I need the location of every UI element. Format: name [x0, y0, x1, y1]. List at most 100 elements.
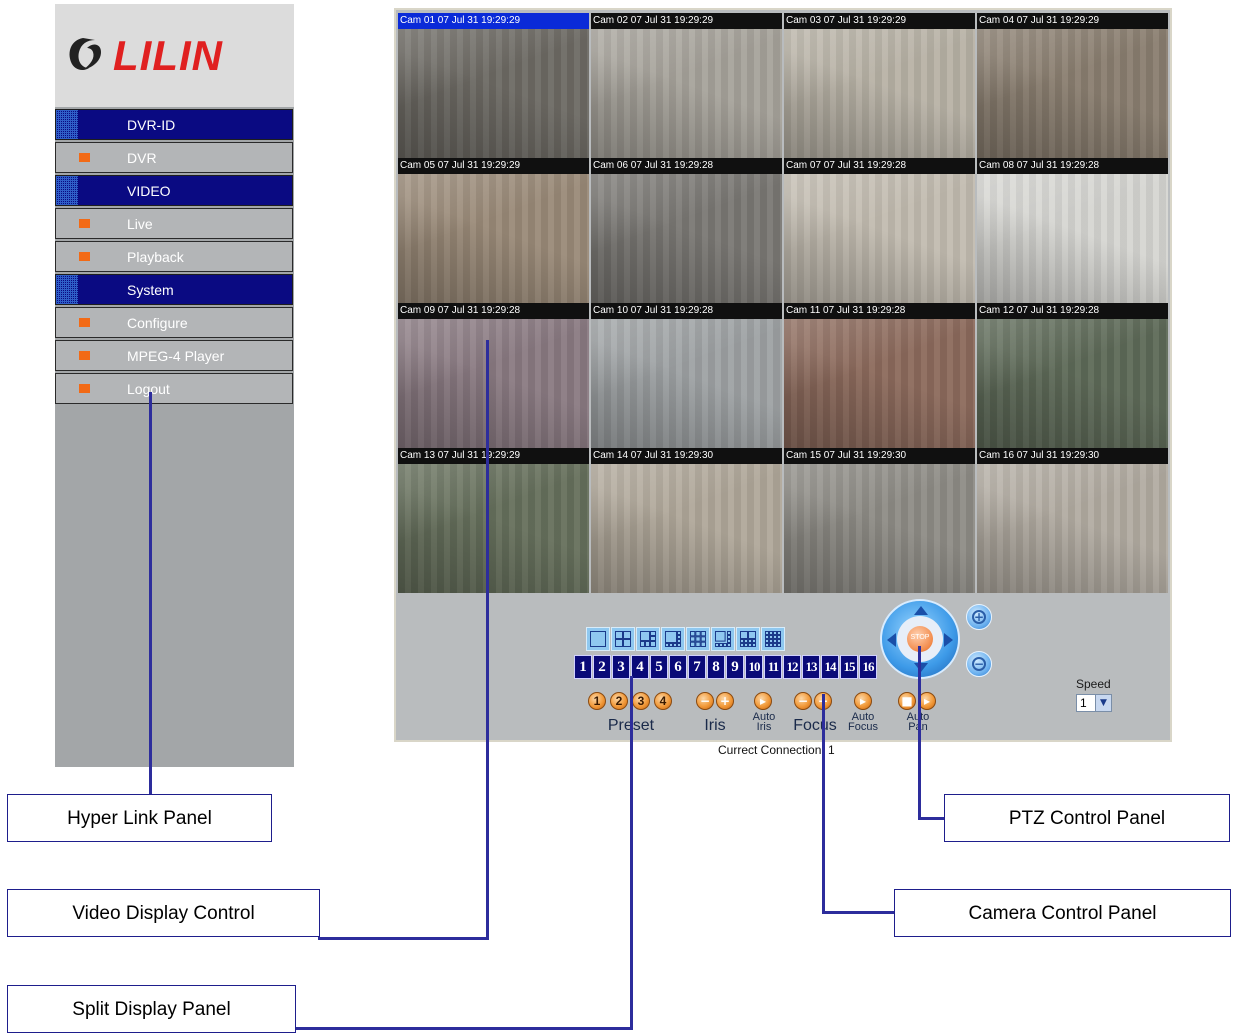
sidebar-item-configure[interactable]: Configure	[55, 307, 293, 338]
split-quad-button[interactable]	[611, 627, 635, 651]
camera-tile-11[interactable]: Cam 11 07 Jul 31 19:29:28	[784, 303, 975, 448]
preset-2-button[interactable]: 2	[610, 692, 628, 710]
sidebar-item-dvr[interactable]: DVR	[55, 142, 293, 173]
callout-video-display-control: Video Display Control	[7, 889, 320, 937]
split-9-split-button[interactable]	[686, 627, 710, 651]
pan-up-icon[interactable]	[914, 606, 928, 615]
camera-tile-1[interactable]: Cam 01 07 Jul 31 19:29:29	[398, 13, 589, 158]
camera-select-3-button[interactable]: 3	[612, 655, 630, 679]
callout-line-split	[630, 676, 633, 1030]
split-16-split-button[interactable]	[761, 627, 785, 651]
auto-focus-label: Auto Focus	[848, 711, 878, 733]
split-layout-icon	[715, 631, 731, 647]
camera-feed-image	[784, 174, 975, 303]
svg-text:LILIN: LILIN	[113, 32, 224, 78]
camera-tile-15[interactable]: Cam 15 07 Jul 31 19:29:30	[784, 448, 975, 593]
camera-caption: Cam 13 07 Jul 31 19:29:29	[398, 448, 589, 464]
camera-tile-2[interactable]: Cam 02 07 Jul 31 19:29:29	[591, 13, 782, 158]
preset-number: 1	[593, 694, 601, 708]
camera-feed-image	[398, 29, 589, 158]
camera-caption: Cam 06 07 Jul 31 19:29:28	[591, 158, 782, 174]
hyperlink-panel: LILIN DVR-ID DVR VIDEO Live Playback System Co…	[55, 4, 294, 767]
zoom-in-button[interactable]: +	[966, 604, 992, 630]
callout-line-hyperlink	[149, 392, 152, 794]
camera-feed-image	[591, 174, 782, 303]
camera-select-8-button[interactable]: 8	[707, 655, 725, 679]
bullet-icon	[79, 219, 90, 228]
camera-feed-image	[977, 319, 1168, 448]
camera-select-12-button[interactable]: 12	[783, 655, 801, 679]
camera-select-15-button[interactable]: 15	[840, 655, 858, 679]
auto-pan-stop-button[interactable]: ■	[898, 692, 916, 710]
camera-select-16-button[interactable]: 16	[859, 655, 877, 679]
camera-tile-5[interactable]: Cam 05 07 Jul 31 19:29:29	[398, 158, 589, 303]
camera-select-1-button[interactable]: 1	[574, 655, 592, 679]
camera-select-10-button[interactable]: 10	[745, 655, 763, 679]
camera-tile-16[interactable]: Cam 16 07 Jul 31 19:29:30	[977, 448, 1168, 593]
preset-4-button[interactable]: 4	[654, 692, 672, 710]
sidebar-section-dvr-id: DVR-ID	[55, 109, 293, 140]
logo-area: LILIN	[55, 4, 294, 107]
split-single-button[interactable]	[586, 627, 610, 651]
chevron-down-icon[interactable]: ▼	[1095, 695, 1111, 711]
focus-near-button[interactable]: −	[794, 692, 812, 710]
callout-line-camera-h	[822, 911, 894, 914]
callout-line-video-display-h	[318, 937, 489, 940]
speed-select[interactable]: 1 ▼	[1076, 694, 1112, 712]
sidebar-item-playback[interactable]: Playback	[55, 241, 293, 272]
camera-select-2-button[interactable]: 2	[593, 655, 611, 679]
split-layout-icon	[740, 631, 756, 647]
sidebar-item-live[interactable]: Live	[55, 208, 293, 239]
section-dots-icon	[56, 110, 78, 139]
sidebar-item-logout[interactable]: Logout	[55, 373, 293, 404]
zoom-in-icon: +	[972, 610, 986, 624]
pan-down-icon[interactable]	[914, 663, 928, 672]
camera-feed-image	[784, 319, 975, 448]
iris-open-button[interactable]: +	[716, 692, 734, 710]
auto-focus-button[interactable]: ▸	[854, 692, 872, 710]
iris-label: Iris	[704, 717, 726, 734]
camera-tile-9[interactable]: Cam 09 07 Jul 31 19:29:28	[398, 303, 589, 448]
auto-iris-button[interactable]: ▸	[754, 692, 772, 710]
camera-tile-4[interactable]: Cam 04 07 Jul 31 19:29:29	[977, 13, 1168, 158]
preset-1-button[interactable]: 1	[588, 692, 606, 710]
camera-select-14-button[interactable]: 14	[821, 655, 839, 679]
split-1+5-button[interactable]	[636, 627, 660, 651]
camera-tile-3[interactable]: Cam 03 07 Jul 31 19:29:29	[784, 13, 975, 158]
camera-tile-12[interactable]: Cam 12 07 Jul 31 19:29:28	[977, 303, 1168, 448]
zoom-out-button[interactable]: −	[966, 651, 992, 677]
camera-select-11-button[interactable]: 11	[764, 655, 782, 679]
camera-feed-image	[784, 464, 975, 593]
camera-tile-10[interactable]: Cam 10 07 Jul 31 19:29:28	[591, 303, 782, 448]
split-layout-icon	[690, 631, 706, 647]
camera-select-5-button[interactable]: 5	[650, 655, 668, 679]
iris-close-button[interactable]: −	[696, 692, 714, 710]
auto-iris-label: Auto Iris	[752, 711, 776, 733]
split-1+7-button[interactable]	[661, 627, 685, 651]
camera-select-7-button[interactable]: 7	[688, 655, 706, 679]
camera-select-13-button[interactable]: 13	[802, 655, 820, 679]
bullet-icon	[79, 318, 90, 327]
camera-tile-13[interactable]: Cam 13 07 Jul 31 19:29:29	[398, 448, 589, 593]
camera-select-6-button[interactable]: 6	[669, 655, 687, 679]
camera-feed-image	[591, 319, 782, 448]
split-2+8-button[interactable]	[736, 627, 760, 651]
camera-caption: Cam 01 07 Jul 31 19:29:29	[398, 13, 589, 29]
camera-tile-6[interactable]: Cam 06 07 Jul 31 19:29:28	[591, 158, 782, 303]
camera-select-9-button[interactable]: 9	[726, 655, 744, 679]
camera-tile-8[interactable]: Cam 08 07 Jul 31 19:29:28	[977, 158, 1168, 303]
split-1+12-button[interactable]	[711, 627, 735, 651]
preset-3-button[interactable]: 3	[632, 692, 650, 710]
camera-tile-7[interactable]: Cam 07 07 Jul 31 19:29:28	[784, 158, 975, 303]
split-layout-icon	[640, 631, 656, 647]
pan-left-icon[interactable]	[887, 633, 896, 647]
camera-caption: Cam 05 07 Jul 31 19:29:29	[398, 158, 589, 174]
camera-tile-14[interactable]: Cam 14 07 Jul 31 19:29:30	[591, 448, 782, 593]
sidebar-item-mpeg-4-player[interactable]: MPEG-4 Player	[55, 340, 293, 371]
camera-select-4-button[interactable]: 4	[631, 655, 649, 679]
section-dots-icon	[56, 176, 78, 205]
sidebar-item-label: Playback	[127, 249, 184, 265]
callout-line-ptz-h	[918, 817, 944, 820]
pan-right-icon[interactable]	[944, 633, 953, 647]
camera-select-row: 1 2 3 4 5 6 7 8 9 10 11 12 13 14 15 16	[574, 655, 878, 679]
